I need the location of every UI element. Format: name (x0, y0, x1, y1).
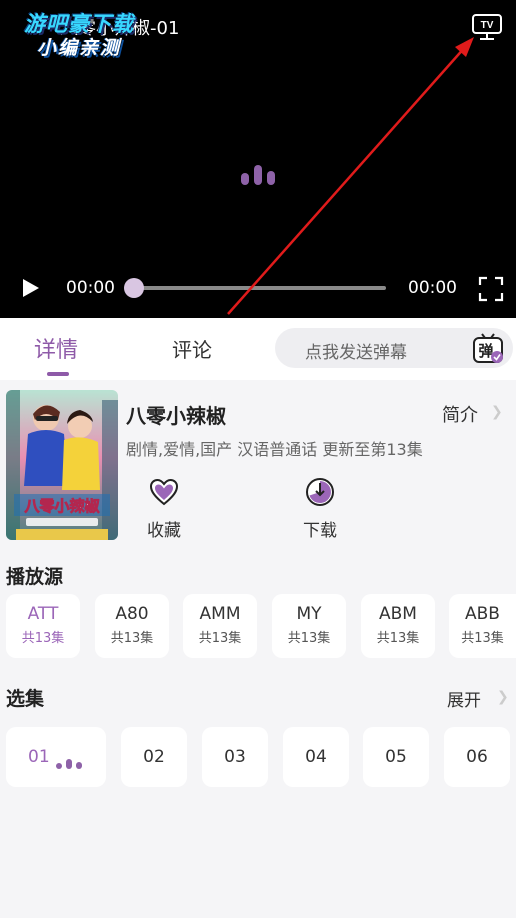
episode-item-06[interactable]: 06 (444, 727, 510, 787)
episode-item-04[interactable]: 04 (283, 727, 349, 787)
danmaku-toggle[interactable]: 弹 (471, 331, 505, 365)
seek-bar[interactable] (126, 286, 386, 290)
watermark-line2: 小编亲测 (36, 37, 121, 59)
episode-number: 01 (28, 747, 50, 767)
source-name: MY (296, 604, 322, 624)
episode-item-02[interactable]: 02 (121, 727, 187, 787)
chevron-right-icon[interactable]: ❯ (497, 689, 509, 705)
source-name: ABM (379, 604, 417, 624)
tab-comments[interactable]: 评论 (172, 334, 212, 363)
play-icon (23, 279, 39, 297)
source-item-att[interactable]: ATT 共13集 (6, 594, 80, 658)
total-time: 00:00 (408, 278, 457, 298)
poster-image[interactable]: 八零小辣椒 (6, 390, 118, 540)
show-title: 八零小辣椒 (126, 404, 226, 428)
episode-list: 01 02 03 04 05 06 (6, 727, 516, 787)
source-name: ABB (465, 604, 500, 624)
source-item-abm[interactable]: ABM 共13集 (361, 594, 435, 658)
danmaku-bar[interactable]: 点我发送弹幕 弹 (275, 328, 513, 368)
now-playing-icon (56, 755, 84, 769)
danmaku-icon: 弹 (473, 333, 503, 363)
video-player[interactable]: 八零小辣椒-01 游吧豪下载 小编亲测 TV 00:00 00:00 (0, 0, 516, 318)
chevron-right-icon[interactable]: ❯ (491, 404, 503, 420)
source-name: AMM (199, 604, 241, 624)
episode-number: 06 (466, 747, 488, 767)
episode-item-01[interactable]: 01 (6, 727, 106, 787)
tab-bar: 详情 评论 点我发送弹幕 弹 (0, 318, 516, 380)
episode-number: 03 (224, 747, 246, 767)
source-count: 共13集 (287, 631, 331, 646)
episode-number: 04 (305, 747, 327, 767)
tab-details[interactable]: 详情 (34, 332, 78, 364)
tab-active-indicator (47, 372, 69, 376)
watermark-line1: 游吧豪下载 (24, 12, 134, 36)
play-button[interactable] (18, 276, 42, 300)
episode-section-title: 选集 (6, 688, 45, 710)
episode-number: 02 (143, 747, 165, 767)
source-item-amm[interactable]: AMM 共13集 (183, 594, 257, 658)
poster-art: 八零小辣椒 (6, 390, 118, 540)
seek-knob[interactable] (124, 278, 144, 298)
watermark: 游吧豪下载 小编亲测 (14, 12, 144, 60)
source-section-title: 播放源 (6, 566, 64, 588)
download-icon (306, 478, 334, 506)
loading-indicator (241, 163, 281, 185)
source-list: ATT 共13集 A80 共13集 AMM 共13集 MY 共13集 ABM 共… (6, 594, 516, 658)
source-count: 共13集 (110, 631, 154, 646)
source-count: 共13集 (461, 631, 504, 646)
poster-title-text: 八零小辣椒 (23, 497, 100, 515)
source-item-a80[interactable]: A80 共13集 (95, 594, 169, 658)
cast-tv-button[interactable]: TV (470, 12, 504, 42)
heart-icon (149, 478, 179, 506)
current-time: 00:00 (66, 278, 115, 298)
tv-label: TV (481, 20, 494, 31)
episode-item-03[interactable]: 03 (202, 727, 268, 787)
source-item-abb[interactable]: ABB 共13集 (449, 594, 516, 658)
source-count: 共13集 (21, 631, 65, 646)
fullscreen-icon (478, 276, 504, 302)
tv-icon: TV (472, 14, 502, 40)
show-meta: 剧情,爱情,国产 汉语普通话 更新至第13集 (126, 440, 423, 459)
fullscreen-button[interactable] (478, 276, 504, 302)
episode-number: 05 (385, 747, 407, 767)
player-controls: 00:00 00:00 (0, 268, 516, 308)
intro-link[interactable]: 简介 (442, 401, 478, 427)
expand-link[interactable]: 展开 (447, 686, 481, 711)
source-item-my[interactable]: MY 共13集 (272, 594, 346, 658)
download-button[interactable]: 下载 (290, 476, 350, 541)
download-label: 下载 (303, 521, 337, 541)
source-count: 共13集 (376, 631, 420, 646)
favorite-button[interactable]: 收藏 (134, 476, 194, 541)
source-name: ATT (27, 604, 59, 624)
danmaku-input[interactable]: 点我发送弹幕 (305, 338, 407, 363)
favorite-label: 收藏 (147, 521, 181, 541)
source-count: 共13集 (198, 631, 242, 646)
episode-item-05[interactable]: 05 (363, 727, 429, 787)
source-name: A80 (115, 604, 149, 624)
